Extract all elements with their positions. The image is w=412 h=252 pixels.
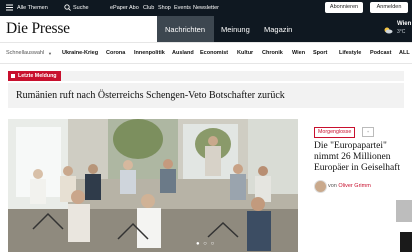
ad-banner[interactable] [396, 200, 412, 222]
nav-magazin[interactable]: Magazin [264, 25, 292, 34]
tag-schnellauswahl: Schnellauswahl [6, 50, 45, 56]
tag-ukraine-krieg[interactable]: Ukraine-Krieg [62, 50, 98, 56]
search-label[interactable]: Suche [73, 5, 89, 11]
author-name[interactable]: Oliver Grimm [338, 183, 370, 189]
chevron-down-icon[interactable]: ▼ [48, 51, 52, 56]
menu-label[interactable]: Alle Themen [17, 5, 48, 11]
author-avatar [314, 180, 327, 193]
link-events[interactable]: Events [174, 5, 191, 11]
nav-nachrichten[interactable]: Nachrichten [165, 25, 205, 34]
tag-corona[interactable]: Corona [106, 50, 125, 56]
breaking-headline-box[interactable]: Rumänien ruft nach Österreichs Schengen-… [8, 83, 404, 108]
premium-icon: + [362, 127, 374, 137]
weather-icon [383, 22, 393, 34]
tag-economist[interactable]: Economist [200, 50, 228, 56]
search-icon[interactable] [64, 4, 71, 11]
nav-meinung[interactable]: Meinung [221, 25, 250, 34]
breaking-news-bar: Letzte Meldung [8, 71, 404, 81]
link-abo[interactable]: Abo [129, 5, 139, 11]
link-newsletter[interactable]: Newsletter [193, 5, 219, 11]
tag-kultur[interactable]: Kultur [237, 50, 253, 56]
site-logo[interactable]: Die Presse [6, 20, 70, 38]
breaking-marker-icon [11, 74, 15, 78]
link-epaper[interactable]: ePaper [110, 5, 128, 11]
section-nav: Nachrichten Meinung Magazin Wien 3°C [157, 16, 412, 42]
subscribe-button[interactable]: Abonnieren [325, 2, 363, 13]
teaser-title[interactable]: Die "Europapartei" nimmt 26 Millionen Eu… [314, 141, 410, 174]
author-byline: von Oliver Grimm [328, 183, 371, 189]
top-bar: Alle Themen Suche ePaper Abo Club Shop E… [0, 0, 412, 16]
tag-ausland[interactable]: Ausland [172, 50, 194, 56]
login-button[interactable]: Anmelden [370, 2, 408, 13]
quick-tags: Schnellauswahl ▼ Ukraine-Krieg Corona In… [0, 42, 412, 64]
tag-all[interactable]: ALL [399, 50, 410, 56]
menu-icon[interactable] [6, 4, 13, 11]
breaking-headline[interactable]: Rumänien ruft nach Österreichs Schengen-… [16, 90, 285, 101]
link-shop[interactable]: Shop [158, 5, 171, 11]
lead-article-image[interactable] [8, 119, 298, 252]
carousel-dots[interactable]: ● ○ ○ [196, 241, 215, 247]
breaking-label: Letzte Meldung [8, 71, 61, 81]
tag-sport[interactable]: Sport [313, 50, 327, 56]
teaser-badge: Morgenglosse [314, 127, 356, 138]
link-club[interactable]: Club [143, 5, 154, 11]
tag-innenpolitik[interactable]: Innenpolitik [134, 50, 165, 56]
weather-temp: 3°C [397, 29, 406, 35]
tag-podcast[interactable]: Podcast [370, 50, 391, 56]
tag-wien[interactable]: Wien [292, 50, 305, 56]
weather-city: Wien [397, 21, 412, 27]
breaking-label-text: Letzte Meldung [18, 73, 57, 79]
author-prefix: von [328, 183, 337, 189]
tag-lifestyle[interactable]: Lifestyle [339, 50, 361, 56]
ad-banner-dark[interactable] [400, 232, 412, 252]
tag-chronik[interactable]: Chronik [262, 50, 283, 56]
